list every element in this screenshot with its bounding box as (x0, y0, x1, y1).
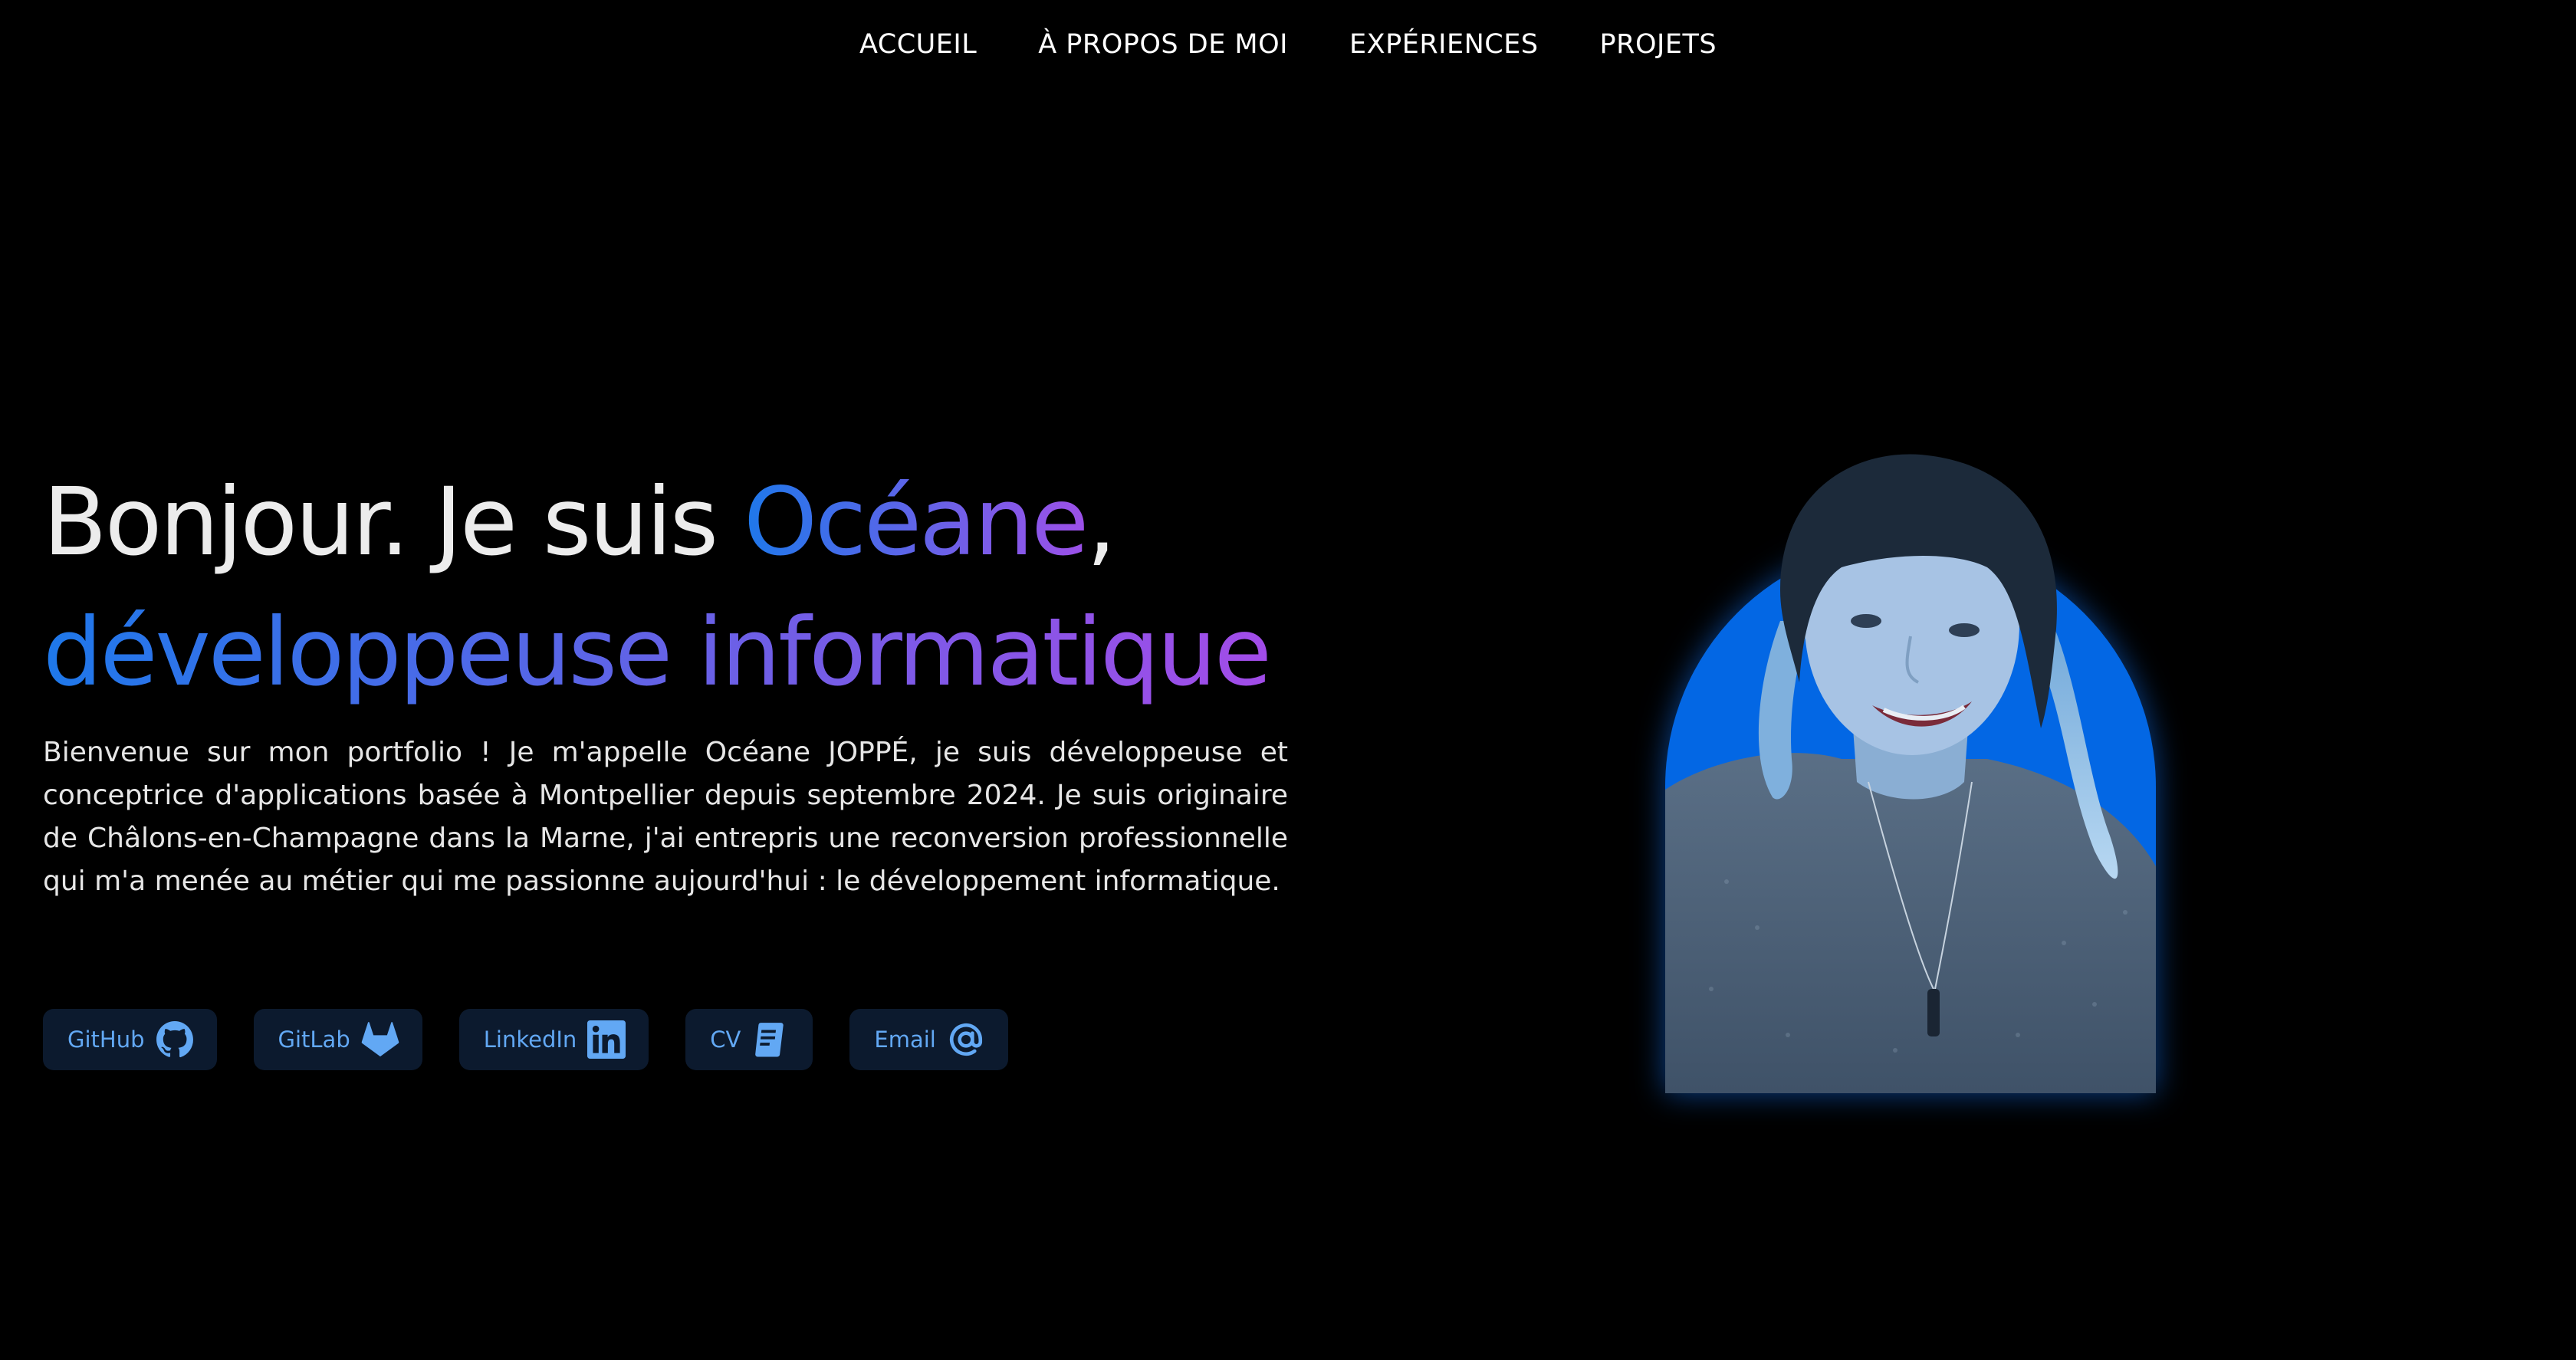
github-icon (156, 1020, 194, 1059)
cv-label: CV (710, 1027, 741, 1053)
profile-portrait (1665, 452, 2156, 1093)
profile-photo (1665, 454, 2156, 1093)
at-sign-icon (947, 1020, 985, 1059)
hero-heading: Bonjour. Je suis Océane, développeuse in… (43, 457, 1272, 718)
comma-text: , (1086, 468, 1116, 577)
gitlab-label: GitLab (278, 1027, 350, 1053)
github-label: GitHub (67, 1027, 145, 1053)
nav-link-experiences[interactable]: EXPÉRIENCES (1349, 29, 1539, 60)
linkedin-label: LinkedIn (483, 1027, 577, 1053)
linkedin-icon (587, 1020, 626, 1059)
document-icon (751, 1020, 790, 1059)
name-text: Océane (743, 468, 1089, 577)
email-label: Email (874, 1027, 936, 1053)
cv-button[interactable]: CV (685, 1009, 813, 1070)
role-text: développeuse informatique (43, 598, 1272, 707)
gitlab-button[interactable]: GitLab (253, 1009, 422, 1070)
nav-link-a-propos[interactable]: À PROPOS DE MOI (1038, 29, 1288, 60)
intro-paragraph: Bienvenue sur mon portfolio ! Je m'appel… (43, 737, 1288, 897)
gitlab-icon (361, 1020, 399, 1059)
github-button[interactable]: GitHub (43, 1009, 217, 1070)
social-links: GitHub GitLab LinkedIn CV Email (43, 1009, 1008, 1070)
linkedin-button[interactable]: LinkedIn (458, 1009, 649, 1070)
top-navigation: ACCUEIL À PROPOS DE MOI EXPÉRIENCES PROJ… (0, 29, 2576, 60)
nav-link-projets[interactable]: PROJETS (1600, 29, 1717, 60)
email-button[interactable]: Email (849, 1009, 1008, 1070)
nav-link-accueil[interactable]: ACCUEIL (859, 29, 977, 60)
greeting-text: Bonjour. Je suis (43, 468, 744, 577)
